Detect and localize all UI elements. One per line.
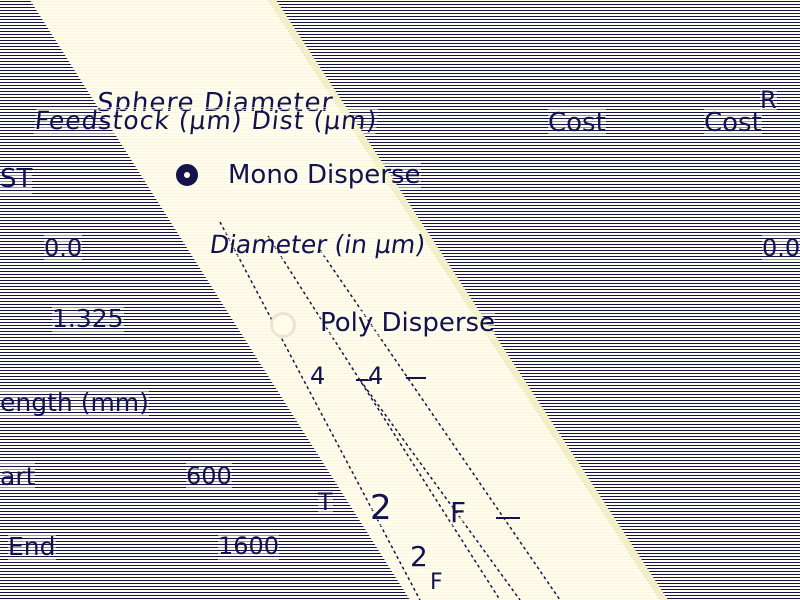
start-label: art [0, 462, 36, 491]
poly-max-field[interactable]: 4 [368, 362, 384, 390]
end-label: End [8, 532, 56, 561]
end-value-field[interactable]: 1600 [218, 532, 280, 560]
glyph-fragment: F [450, 496, 467, 529]
corner-label: R [760, 86, 777, 114]
cost-column-header: Cost [548, 108, 606, 138]
glyph-fragment: 2 [410, 540, 428, 573]
value-cell[interactable]: 0.0 [762, 234, 800, 262]
value-cell[interactable]: 1.325 [52, 304, 124, 333]
value-cell[interactable]: 0.0 [44, 234, 83, 262]
glyph-fragment: 2 [370, 488, 392, 528]
poly-disperse-radio[interactable] [270, 312, 296, 338]
poly-disperse-label: Poly Disperse [320, 308, 496, 338]
mono-disperse-label: Mono Disperse [228, 160, 421, 190]
guide-line [319, 249, 561, 600]
glyph-fragment: T [318, 488, 333, 516]
start-value-field[interactable]: 600 [186, 462, 232, 490]
poly-min-field[interactable]: 4 [310, 362, 326, 390]
row-label: ST [0, 164, 33, 194]
glyph-fragment: F [430, 570, 443, 595]
cost-column-header: Cost [704, 108, 762, 138]
guide-line [267, 235, 501, 600]
diameter-label: Diameter (in µm) [207, 230, 428, 259]
length-label: ength (mm) [0, 388, 149, 417]
mono-disperse-radio[interactable] [176, 164, 198, 186]
feedstock-dist-header: Feedstock (µm) Dist (µm) [33, 106, 379, 135]
